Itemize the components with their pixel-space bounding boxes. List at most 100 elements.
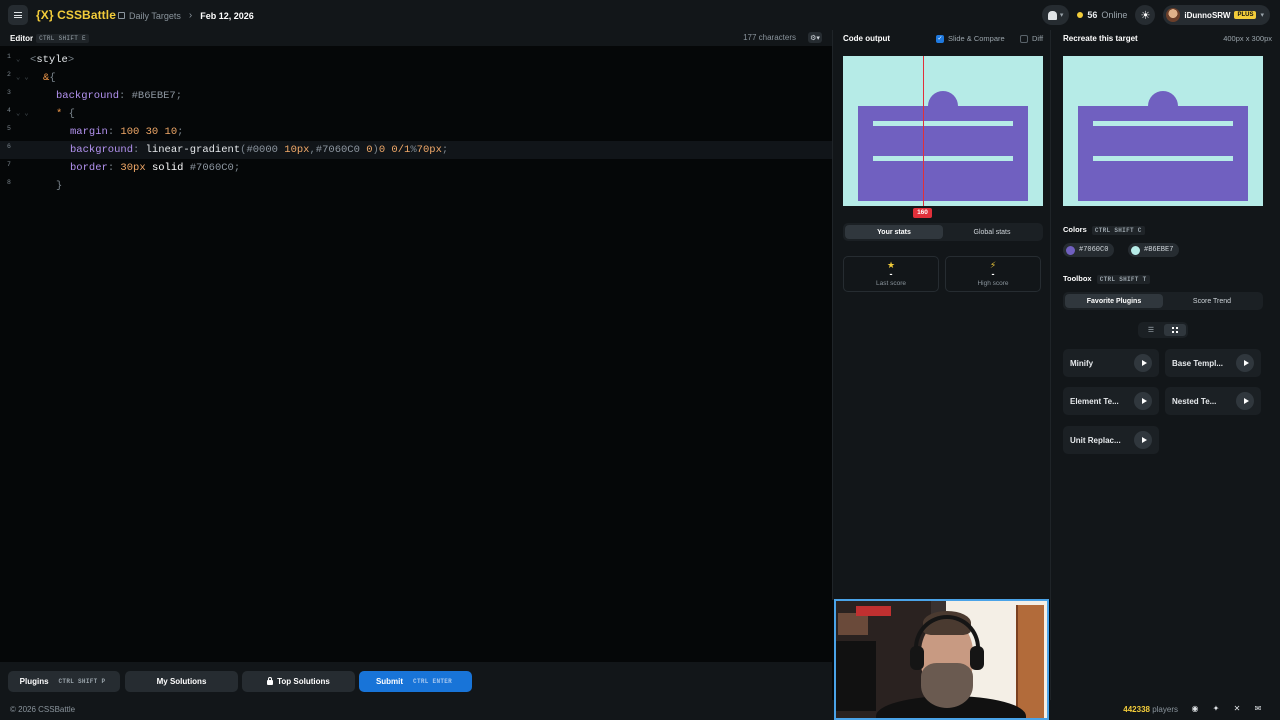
token: :: [107, 162, 121, 174]
code-output-title: Code output: [843, 34, 891, 43]
line-number: 4: [7, 107, 11, 114]
token: border: [70, 162, 108, 174]
submit-label: Submit: [375, 677, 404, 686]
line-number: 6: [7, 143, 11, 150]
webcam-background: [836, 641, 876, 711]
email-icon[interactable]: ✉: [1253, 704, 1263, 714]
logo[interactable]: {X} CSSBattle: [36, 8, 116, 22]
play-icon[interactable]: [1236, 354, 1254, 372]
headphones-icon: [910, 646, 924, 670]
target-stripe-shape: [1093, 156, 1233, 161]
code-line[interactable]: 3 background: #B6EBE7;: [0, 87, 832, 105]
compare-slider-line[interactable]: [923, 56, 924, 206]
color-swatch-purple[interactable]: #7060C0: [1063, 243, 1115, 257]
token: 0 0/1: [378, 144, 411, 156]
plugin-card[interactable]: Element Te...: [1063, 387, 1159, 415]
token: px: [296, 144, 310, 156]
play-icon[interactable]: [1134, 354, 1152, 372]
line-number: 7: [7, 161, 11, 168]
checkbox-icon[interactable]: [1020, 34, 1028, 43]
colors-shortcut: CTRL SHIFT C: [1091, 226, 1145, 235]
color-hex: #7060C0: [1079, 246, 1109, 254]
user-menu-button[interactable]: iDunnoSRW PLUS ▾: [1163, 5, 1270, 25]
token: #B6EBE7: [131, 90, 176, 102]
code-line[interactable]: 1 ⌄ <style>: [0, 51, 832, 69]
x-icon[interactable]: ✕: [1232, 704, 1242, 714]
my-solutions-label: My Solutions: [156, 677, 207, 686]
color-dot-icon: [1066, 245, 1075, 255]
play-icon[interactable]: [1134, 392, 1152, 410]
toolbox-title: Toolbox: [1063, 274, 1092, 283]
token: style: [36, 54, 68, 66]
breadcrumb-daily-targets[interactable]: Daily Targets: [129, 11, 181, 21]
plugin-card[interactable]: Minify: [1063, 349, 1159, 377]
plugin-card[interactable]: Base Templ...: [1165, 349, 1261, 377]
token: px: [133, 162, 146, 174]
last-score-label: Last score: [876, 280, 906, 287]
colors-title: Colors: [1063, 225, 1087, 234]
token: margin: [70, 126, 108, 138]
token: {: [62, 108, 75, 120]
tab-score-trend[interactable]: Score Trend: [1163, 294, 1261, 308]
code-line[interactable]: 2 ⌄ ⌄ &{: [0, 69, 832, 87]
discord-icon[interactable]: ◉: [1190, 704, 1200, 714]
list-icon: ☰: [1147, 327, 1155, 334]
slide-compare-toggle[interactable]: ✓ Slide & Compare: [936, 34, 1005, 43]
token: background: [70, 144, 134, 156]
bell-icon: [1047, 10, 1057, 20]
plugin-name: Nested Te...: [1172, 396, 1217, 406]
tab-favorite-plugins[interactable]: Favorite Plugins: [1065, 294, 1163, 308]
headphones-icon: [970, 646, 984, 670]
line-number: 8: [7, 179, 11, 186]
view-toggle: ☰: [1138, 322, 1188, 338]
last-score-value: -: [889, 269, 893, 279]
line-number: 3: [7, 89, 11, 96]
code-editor[interactable]: 1 ⌄ <style> 2 ⌄ ⌄ &{ 3 background: #B6EB…: [0, 46, 832, 662]
code-line[interactable]: 7 border: 30px solid #7060C0;: [0, 159, 832, 177]
fold-icon[interactable]: ⌄: [16, 51, 20, 69]
fold-icon[interactable]: ⌄ ⌄: [16, 105, 29, 123]
fold-icon[interactable]: ⌄ ⌄: [16, 69, 29, 87]
editor-settings-button[interactable]: ⚙▾: [808, 32, 822, 43]
output-stripe-shape: [873, 156, 1013, 161]
colors-section-title: Colors CTRL SHIFT C: [1063, 225, 1145, 235]
output-stripe-shape: [873, 121, 1013, 126]
menu-button[interactable]: [8, 5, 28, 25]
color-swatch-mint[interactable]: #B6EBE7: [1128, 243, 1180, 257]
submit-button[interactable]: Submit CTRL ENTER: [359, 671, 472, 692]
top-solutions-button[interactable]: Top Solutions: [242, 671, 355, 692]
tab-global-stats[interactable]: Global stats: [943, 225, 1041, 239]
code-line-active[interactable]: 6 background: linear-gradient(#0000 10px…: [0, 141, 832, 159]
avatar: [1166, 8, 1181, 22]
theme-toggle-button[interactable]: ☀: [1135, 5, 1156, 25]
slider-position-badge[interactable]: 160: [913, 208, 932, 218]
plugin-card[interactable]: Nested Te...: [1165, 387, 1261, 415]
online-dot-icon: [1077, 12, 1084, 18]
checkbox-checked-icon[interactable]: ✓: [936, 34, 944, 43]
sun-icon: ☀: [1140, 9, 1151, 22]
color-dot-icon: [1131, 245, 1140, 255]
code-output-canvas[interactable]: [843, 56, 1043, 206]
slide-compare-label: Slide & Compare: [948, 34, 1005, 43]
code-line[interactable]: 4 ⌄ ⌄ * {: [0, 105, 832, 123]
editor-shortcut: CTRL SHIFT E: [36, 33, 89, 43]
chevron-down-icon: ▾: [1260, 12, 1264, 19]
my-solutions-button[interactable]: My Solutions: [125, 671, 238, 692]
bluesky-icon[interactable]: ✦: [1211, 704, 1221, 714]
notifications-button[interactable]: ▾: [1041, 5, 1070, 25]
play-icon[interactable]: [1236, 392, 1254, 410]
top-bar: {X} CSSBattle Daily Targets › Feb 12, 20…: [0, 0, 1280, 30]
plugins-button[interactable]: Plugins CTRL SHIFT P: [8, 671, 120, 692]
tab-your-stats[interactable]: Your stats: [845, 225, 943, 239]
high-score-value: -: [991, 269, 995, 279]
toolbox-section-title: Toolbox CTRL SHIFT T: [1063, 274, 1150, 284]
token: 30: [120, 162, 134, 174]
code-line[interactable]: 8 }: [0, 177, 832, 195]
grid-view-button[interactable]: [1164, 324, 1186, 336]
diff-toggle[interactable]: Diff: [1020, 34, 1043, 43]
plugin-card[interactable]: Unit Replac...: [1063, 426, 1159, 454]
grid-icon: [1172, 327, 1178, 333]
list-view-button[interactable]: ☰: [1140, 324, 1162, 336]
code-line[interactable]: 5 margin: 100 30 10;: [0, 123, 832, 141]
play-icon[interactable]: [1134, 431, 1152, 449]
